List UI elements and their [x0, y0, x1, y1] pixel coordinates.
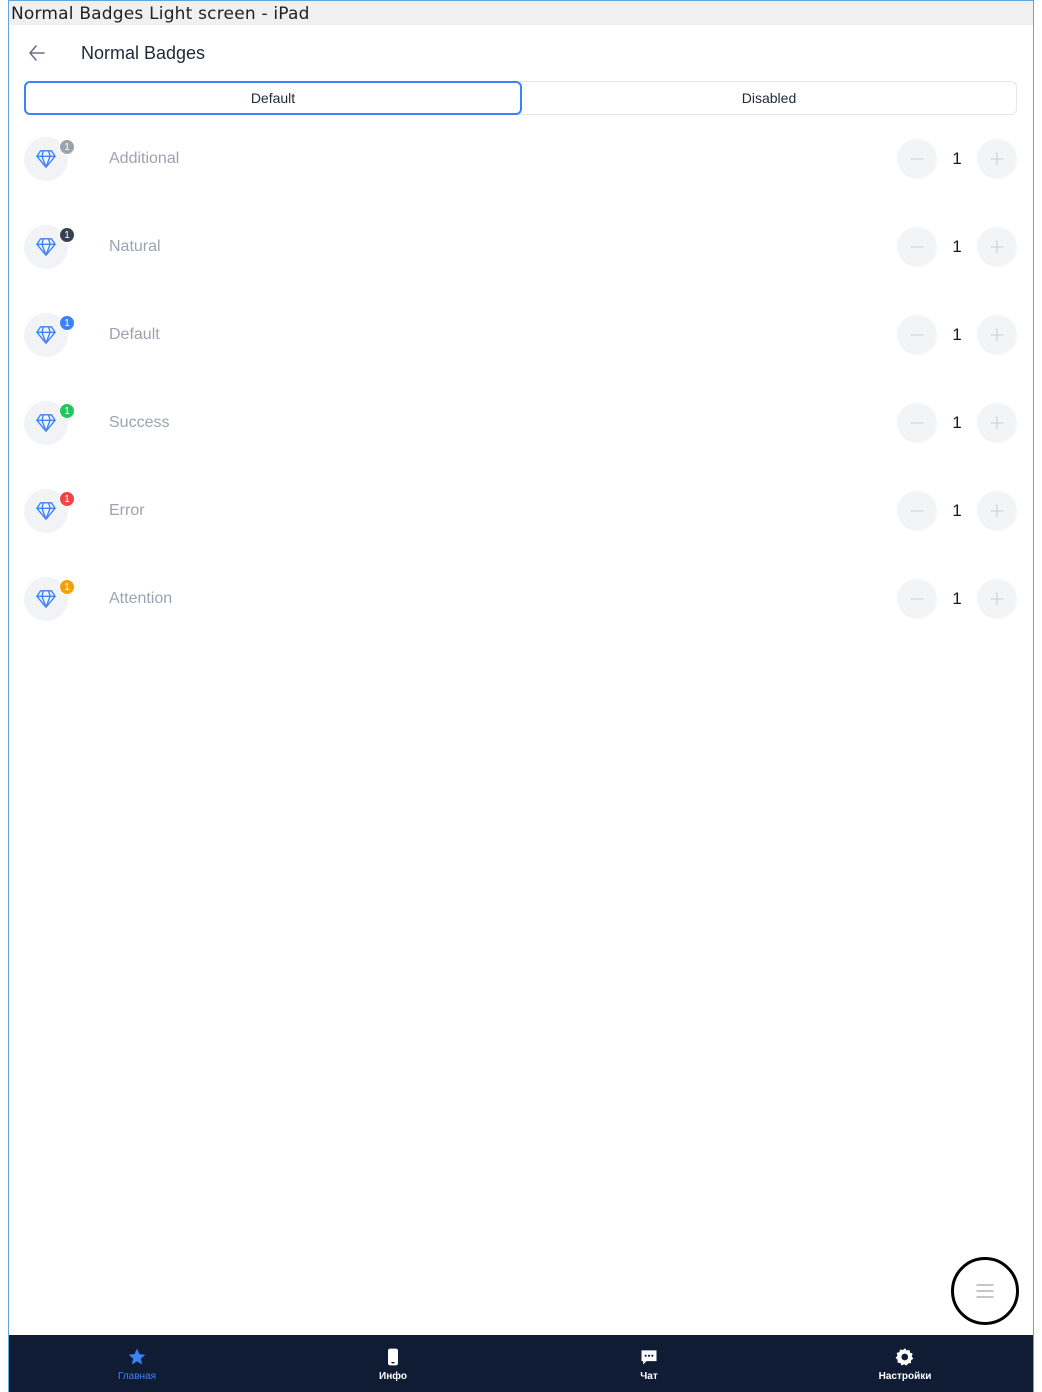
list-item: 1 Natural 1 [24, 203, 1017, 291]
tab-chat-label: Чат [640, 1371, 658, 1382]
stepper-value: 1 [952, 237, 962, 256]
gear-icon [895, 1348, 914, 1366]
list-item: 1 Error 1 [24, 467, 1017, 555]
increment-button[interactable] [977, 315, 1017, 355]
diamond-icon [36, 590, 56, 608]
row-label: Error [109, 502, 145, 519]
decrement-button[interactable] [897, 315, 937, 355]
list-item: 1 Default 1 [24, 291, 1017, 379]
plus-icon [990, 416, 1004, 430]
window-titlebar: Normal Badges Light screen - iPad [9, 1, 1033, 25]
increment-button[interactable] [977, 579, 1017, 619]
count-badge: 1 [59, 139, 75, 155]
plus-icon [990, 592, 1004, 606]
stepper-value: 1 [952, 413, 962, 432]
stepper-value: 1 [952, 501, 962, 520]
increment-button[interactable] [977, 227, 1017, 267]
tab-info[interactable]: Инфо [265, 1335, 521, 1392]
list-item: 1 Attention 1 [24, 555, 1017, 643]
diamond-icon [36, 502, 56, 520]
segmented-control: Default Disabled [24, 81, 1017, 115]
segment-default[interactable]: Default [24, 81, 522, 115]
page-title: Normal Badges [81, 43, 206, 63]
bottom-tabbar: Главная Инфо Чат Настройки [9, 1335, 1033, 1392]
diamond-icon [36, 150, 56, 168]
minus-icon [910, 158, 924, 160]
quantity-stepper: 1 [897, 403, 1017, 443]
increment-button[interactable] [977, 139, 1017, 179]
window-title: Normal Badges Light screen - iPad [11, 4, 310, 24]
arrow-left-icon [29, 45, 45, 61]
minus-icon [910, 334, 924, 336]
list-item: 1 Success 1 [24, 379, 1017, 467]
count-badge: 1 [59, 579, 75, 595]
phone-icon [388, 1348, 398, 1366]
plus-icon [990, 328, 1004, 342]
minus-icon [910, 246, 924, 248]
decrement-button[interactable] [897, 491, 937, 531]
stepper-value: 1 [952, 589, 962, 608]
count-badge: 1 [59, 491, 75, 507]
badge-list: 1 Additional 1 1 Natural 1 1 Default 1 1… [24, 115, 1017, 643]
row-label: Default [109, 326, 160, 343]
row-label: Natural [109, 238, 161, 255]
tab-settings-label: Настройки [878, 1371, 932, 1382]
star-icon [128, 1348, 146, 1365]
quantity-stepper: 1 [897, 227, 1017, 267]
increment-button[interactable] [977, 403, 1017, 443]
chat-icon [641, 1350, 657, 1365]
diamond-icon [36, 414, 56, 432]
segment-disabled[interactable]: Disabled [522, 82, 1016, 114]
quantity-stepper: 1 [897, 579, 1017, 619]
count-badge: 1 [59, 315, 75, 331]
nav-header: Normal Badges [9, 25, 1033, 81]
minus-icon [910, 422, 924, 424]
tab-info-label: Инфо [379, 1371, 407, 1382]
app-frame: Normal Badges Light screen - iPad Normal… [0, 0, 1042, 1392]
tab-chat[interactable]: Чат [521, 1335, 777, 1392]
quantity-stepper: 1 [897, 315, 1017, 355]
minus-icon [910, 510, 924, 512]
plus-icon [990, 504, 1004, 518]
diamond-icon [36, 238, 56, 256]
minus-icon [910, 598, 924, 600]
decrement-button[interactable] [897, 403, 937, 443]
increment-button[interactable] [977, 491, 1017, 531]
diamond-icon [36, 326, 56, 344]
plus-icon [990, 152, 1004, 166]
plus-icon [990, 240, 1004, 254]
decrement-button[interactable] [897, 227, 937, 267]
decrement-button[interactable] [897, 579, 937, 619]
tab-settings[interactable]: Настройки [777, 1335, 1033, 1392]
quantity-stepper: 1 [897, 139, 1017, 179]
tab-home-label: Главная [117, 1371, 157, 1382]
back-button[interactable] [23, 39, 51, 67]
count-badge: 1 [59, 227, 75, 243]
tab-home[interactable]: Главная [9, 1335, 265, 1392]
menu-fab-button[interactable] [951, 1257, 1019, 1325]
count-badge: 1 [59, 403, 75, 419]
row-label: Attention [109, 590, 173, 607]
row-label: Success [109, 414, 170, 431]
list-item: 1 Additional 1 [24, 115, 1017, 203]
stepper-value: 1 [952, 149, 962, 168]
stepper-value: 1 [952, 325, 962, 344]
menu-icon [976, 1284, 994, 1298]
quantity-stepper: 1 [897, 491, 1017, 531]
decrement-button[interactable] [897, 139, 937, 179]
row-label: Additional [109, 150, 180, 167]
